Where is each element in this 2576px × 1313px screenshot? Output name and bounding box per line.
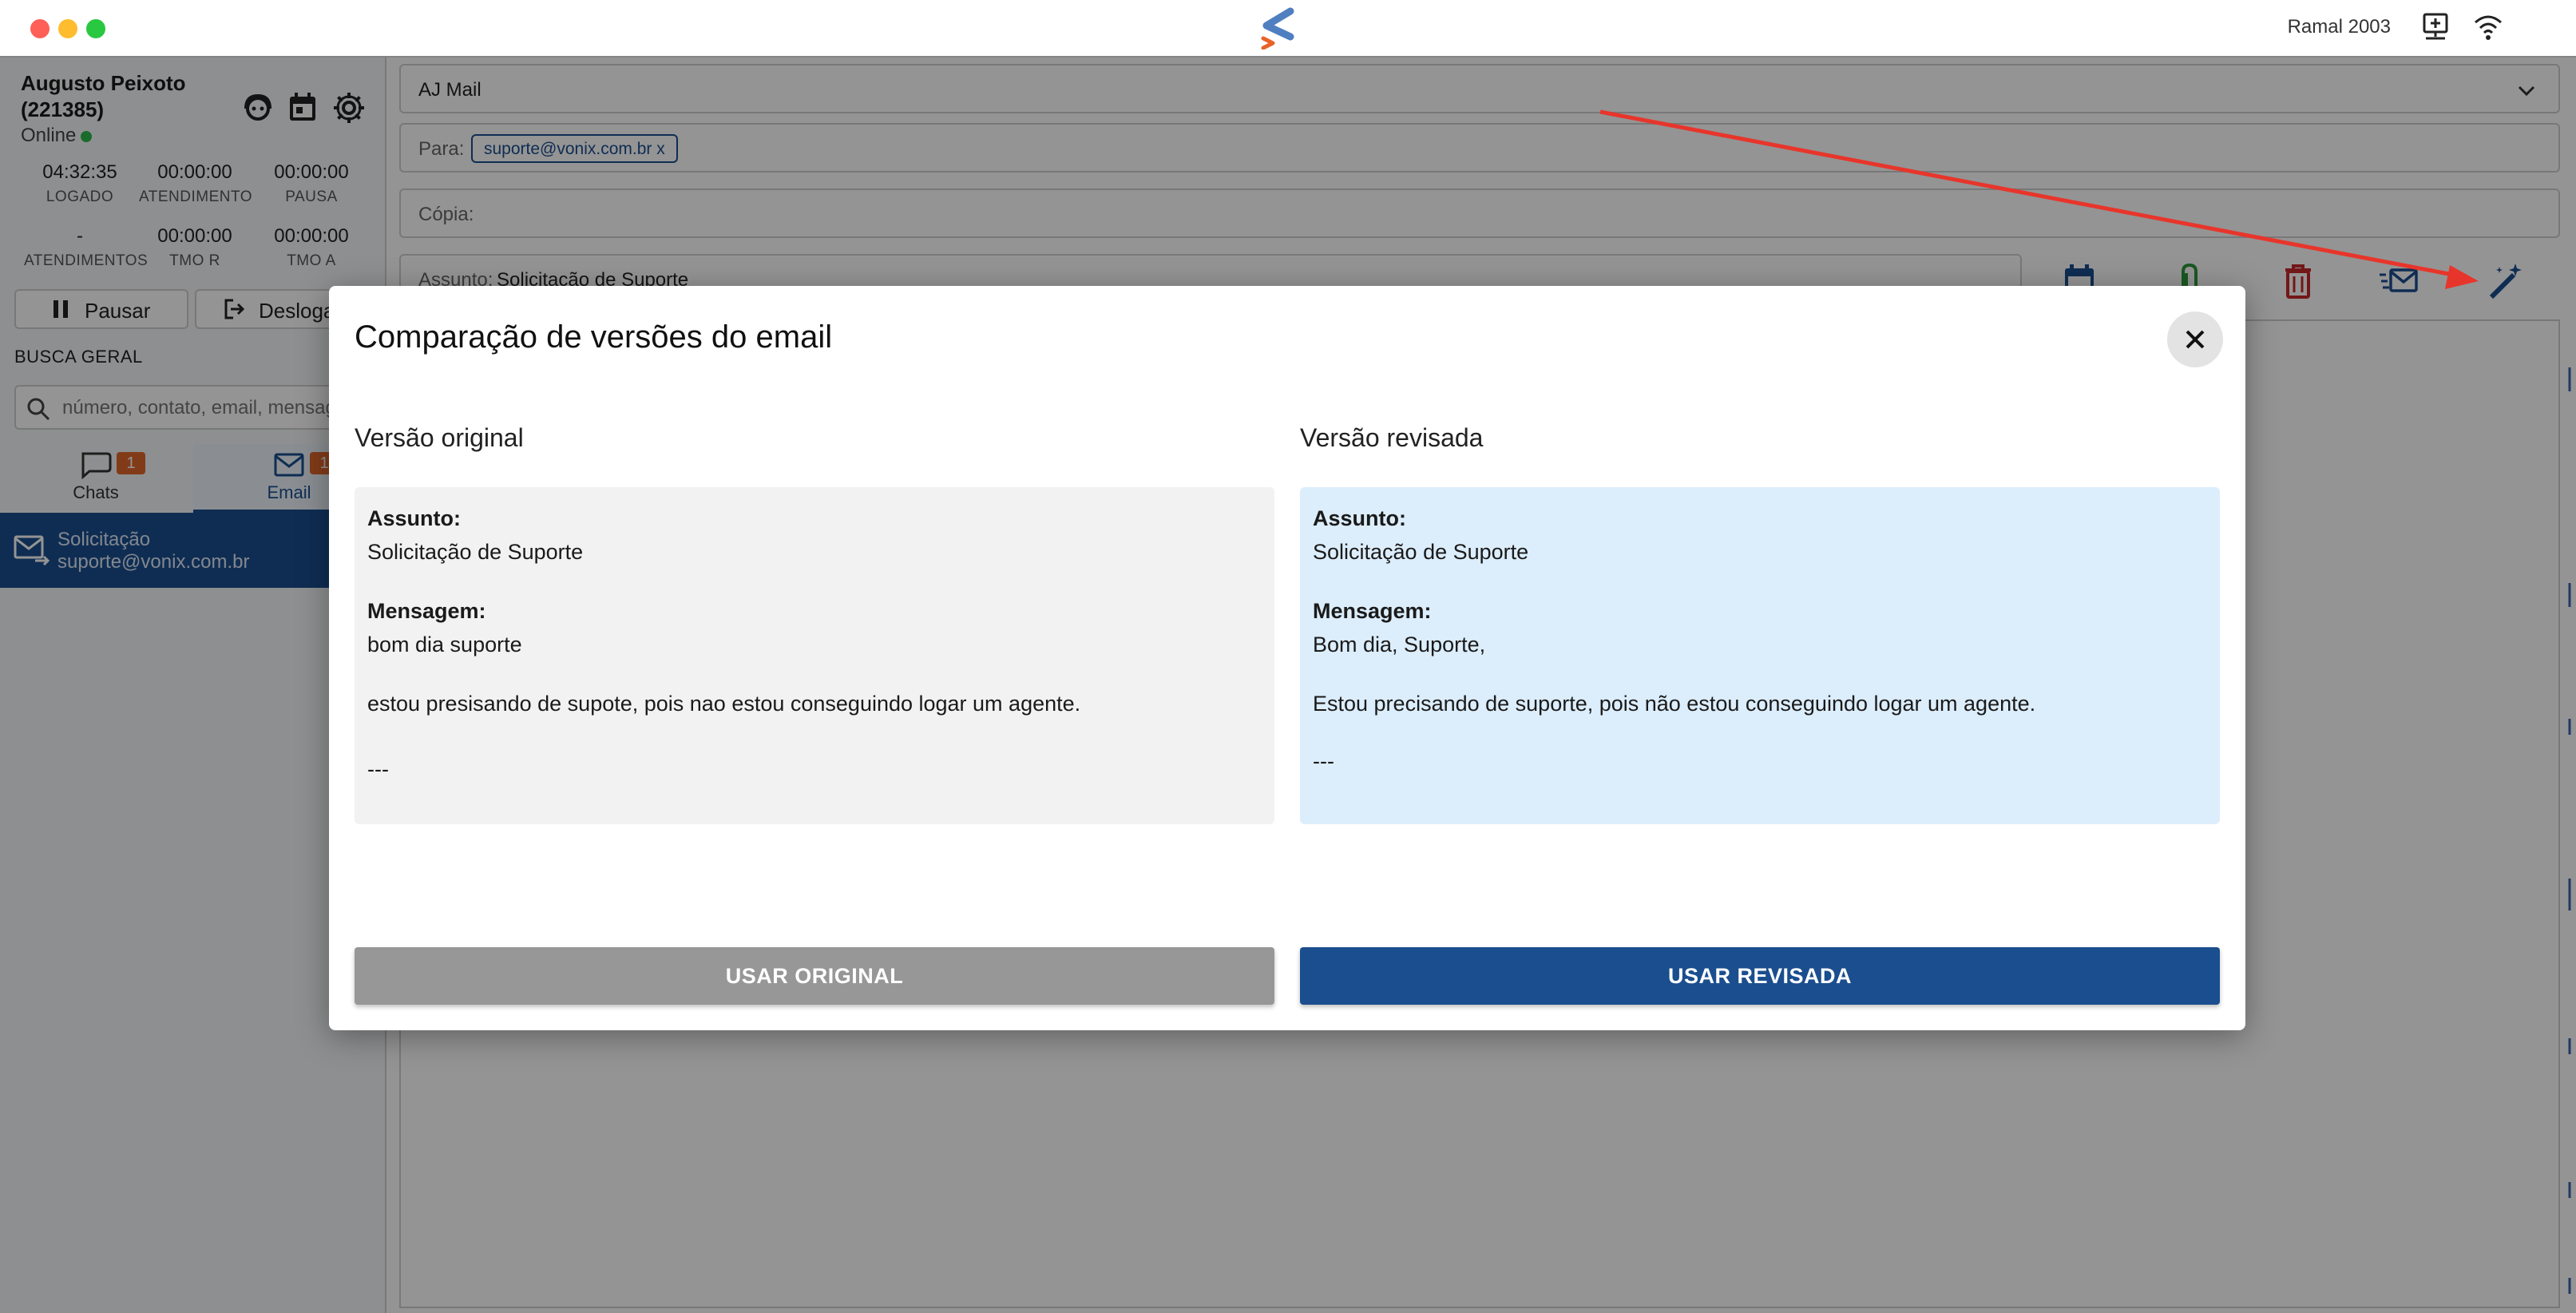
subject-text: Solicitação de Suporte — [1313, 540, 1529, 564]
compare-versions-dialog: Comparação de versões do email Versão or… — [329, 286, 2245, 1030]
close-button[interactable] — [2167, 311, 2223, 367]
network-icon[interactable] — [2419, 11, 2451, 43]
app-logo — [1261, 7, 1294, 50]
message-label: Mensagem: — [1313, 599, 1432, 623]
message-greeting: bom dia suporte — [367, 633, 522, 656]
close-icon — [2186, 330, 2205, 349]
message-body: Estou precisando de suporte, pois não es… — [1313, 692, 2036, 716]
window-minimize-button[interactable] — [58, 19, 77, 38]
extension-label: Ramal 2003 — [2287, 16, 2391, 38]
window-close-button[interactable] — [30, 19, 50, 38]
title-bar: Ramal 2003 — [0, 0, 2576, 58]
original-heading: Versão original — [355, 423, 524, 452]
message-signature: --- — [1313, 749, 1334, 773]
wifi-icon[interactable] — [2472, 11, 2504, 43]
subject-label: Assunto: — [1313, 506, 1406, 530]
message-greeting: Bom dia, Suporte, — [1313, 633, 1486, 656]
subject-label: Assunto: — [367, 506, 461, 530]
message-label: Mensagem: — [367, 599, 486, 623]
subject-text: Solicitação de Suporte — [367, 540, 584, 564]
dialog-title: Comparação de versões do email — [355, 319, 833, 355]
original-version-panel: Assunto: Solicitação de Suporte Mensagem… — [355, 487, 1274, 824]
window-zoom-button[interactable] — [86, 19, 105, 38]
revised-heading: Versão revisada — [1300, 423, 1484, 452]
use-original-button[interactable]: USAR ORIGINAL — [355, 947, 1274, 1005]
message-body: estou presisando de supote, pois nao est… — [367, 692, 1081, 716]
use-revised-button[interactable]: USAR REVISADA — [1300, 947, 2220, 1005]
message-signature: --- — [367, 757, 389, 781]
revised-version-panel: Assunto: Solicitação de Suporte Mensagem… — [1300, 487, 2220, 824]
